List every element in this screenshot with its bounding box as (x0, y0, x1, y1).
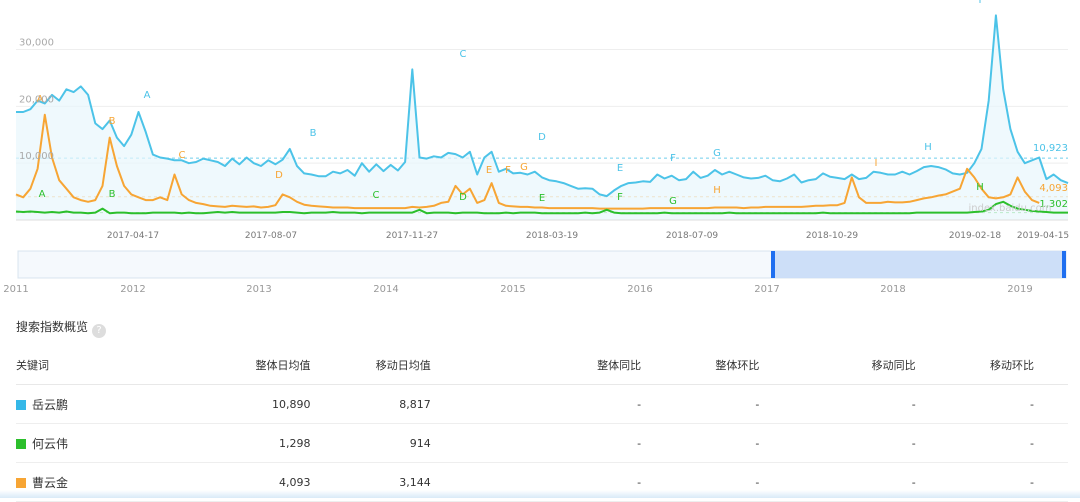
watermark: index.baidu.com (968, 203, 1051, 214)
keyword-name: 曹云金 (32, 475, 69, 490)
series-area-yue (16, 15, 1068, 221)
mobile-yoy-value: - (759, 423, 916, 463)
x-tick-label: 2019-02-18 (949, 231, 1002, 241)
navigator-year-label: 2016 (627, 284, 652, 295)
header-mobile-mom: 移动环比 (915, 346, 1068, 385)
x-tick-label: 2018-10-29 (806, 231, 859, 241)
event-label-green: A (39, 189, 46, 200)
navigator-year-label: 2012 (120, 284, 145, 295)
navigator-year-label: 2015 (500, 284, 525, 295)
mobile-avg-value: 8,817 (310, 384, 431, 424)
event-label-green: D (459, 192, 467, 203)
header-overall-mom: 整体环比 (641, 346, 760, 385)
help-icon[interactable]: ? (92, 324, 107, 338)
event-label-orange: H (713, 185, 721, 196)
navigator-year-label: 2017 (754, 284, 779, 295)
header-keyword: 关键词 (16, 346, 207, 385)
mobile-avg-value: 914 (310, 423, 431, 463)
keyword-color-swatch (16, 399, 26, 410)
event-label-orange: C (179, 150, 186, 161)
overview-heading: 搜索指数概览? (16, 318, 107, 338)
end-value-cao: 4,093 (1039, 183, 1068, 194)
table-row: 何云伟 1,298 914 - - - - (16, 423, 1068, 463)
event-label-blue: F (670, 153, 676, 164)
event-label-green: C (373, 190, 380, 201)
keyword-color-swatch (16, 477, 26, 488)
event-label-orange: G (520, 162, 528, 173)
table-header-row: 关键词 整体日均值 移动日均值 整体同比 整体环比 移动同比 移动环比 (16, 346, 1068, 385)
overall-mom-value: - (641, 384, 760, 424)
navigator-year-label: 2019 (1007, 284, 1032, 295)
navigator-year-label: 2013 (246, 284, 271, 295)
keyword-name: 岳云鹏 (32, 397, 69, 412)
event-label-orange: I (875, 158, 878, 169)
bottom-fade (0, 490, 1080, 498)
x-tick-label: 2018-03-19 (526, 231, 579, 241)
y-tick-label: 10,000 (19, 151, 54, 162)
y-tick-label: 30,000 (19, 37, 54, 48)
keyword-name: 何云伟 (32, 436, 69, 451)
navigator-handle-left (771, 251, 775, 278)
table-row: 岳云鹏 10,890 8,817 - - - - (16, 384, 1068, 424)
header-mobile-avg: 移动日均值 (310, 346, 431, 385)
event-label-green: H (976, 182, 984, 193)
x-tick-label: 2017-08-07 (245, 231, 297, 241)
x-tick-label: 2017-04-17 (107, 231, 159, 241)
event-label-green: B (109, 189, 116, 200)
event-label-orange: B (109, 116, 116, 127)
date-range-navigator[interactable]: 2011 2012 2013 2014 2015 2016 2017 2018 2019 (3, 250, 1067, 295)
navigator-year-label: 2018 (880, 284, 905, 295)
overall-yoy-value: - (430, 384, 642, 424)
event-label-green: E (539, 193, 545, 204)
event-label-blue: C (460, 49, 467, 60)
navigator-handle-right (1062, 251, 1066, 278)
event-label-blue: H (924, 142, 932, 153)
event-label-orange: E (486, 165, 492, 176)
overall-avg-value: 10,890 (206, 384, 311, 424)
event-label-blue: B (310, 128, 317, 139)
x-tick-label: 2018-07-09 (666, 231, 719, 241)
navigator-selection (774, 251, 1065, 278)
header-overall-yoy: 整体同比 (430, 346, 642, 385)
mobile-mom-value: - (915, 423, 1068, 463)
mobile-yoy-value: - (759, 384, 916, 424)
event-label-green: F (617, 192, 623, 203)
overview-title: 搜索指数概览 (16, 320, 89, 334)
chart-areas (16, 15, 1068, 221)
navigator-year-label: 2011 (3, 284, 28, 295)
x-tick-label: 2019-04-15 (1017, 231, 1069, 241)
end-value-yue: 10,923 (1033, 143, 1068, 154)
event-label-blue: I (979, 0, 982, 6)
y-tick-label: 20,000 (19, 94, 54, 105)
search-index-chart[interactable]: ABCDEF GHIA B C D E F GHABCD E F GHI10,9234,0931,3… (0, 0, 1080, 300)
summary-table: 关键词 整体日均值 移动日均值 整体同比 整体环比 移动同比 移动环比 岳云鹏 … (16, 346, 1068, 502)
overall-avg-value: 1,298 (206, 423, 311, 463)
event-label-orange: D (275, 170, 283, 181)
navigator-year-label: 2014 (373, 284, 398, 295)
header-mobile-yoy: 移动同比 (759, 346, 916, 385)
header-overall-avg: 整体日均值 (206, 346, 311, 385)
overall-yoy-value: - (430, 423, 642, 463)
overall-mom-value: - (641, 423, 760, 463)
event-label-orange: F (505, 165, 511, 176)
x-tick-label: 2017-11-27 (386, 231, 438, 241)
event-label-green: G (669, 196, 677, 207)
event-label-blue: A (144, 90, 151, 101)
mobile-mom-value: - (915, 384, 1068, 424)
event-label-blue: G (713, 148, 721, 159)
keyword-color-swatch (16, 438, 26, 449)
event-label-blue: D (538, 132, 546, 143)
event-label-blue: E (617, 163, 623, 174)
